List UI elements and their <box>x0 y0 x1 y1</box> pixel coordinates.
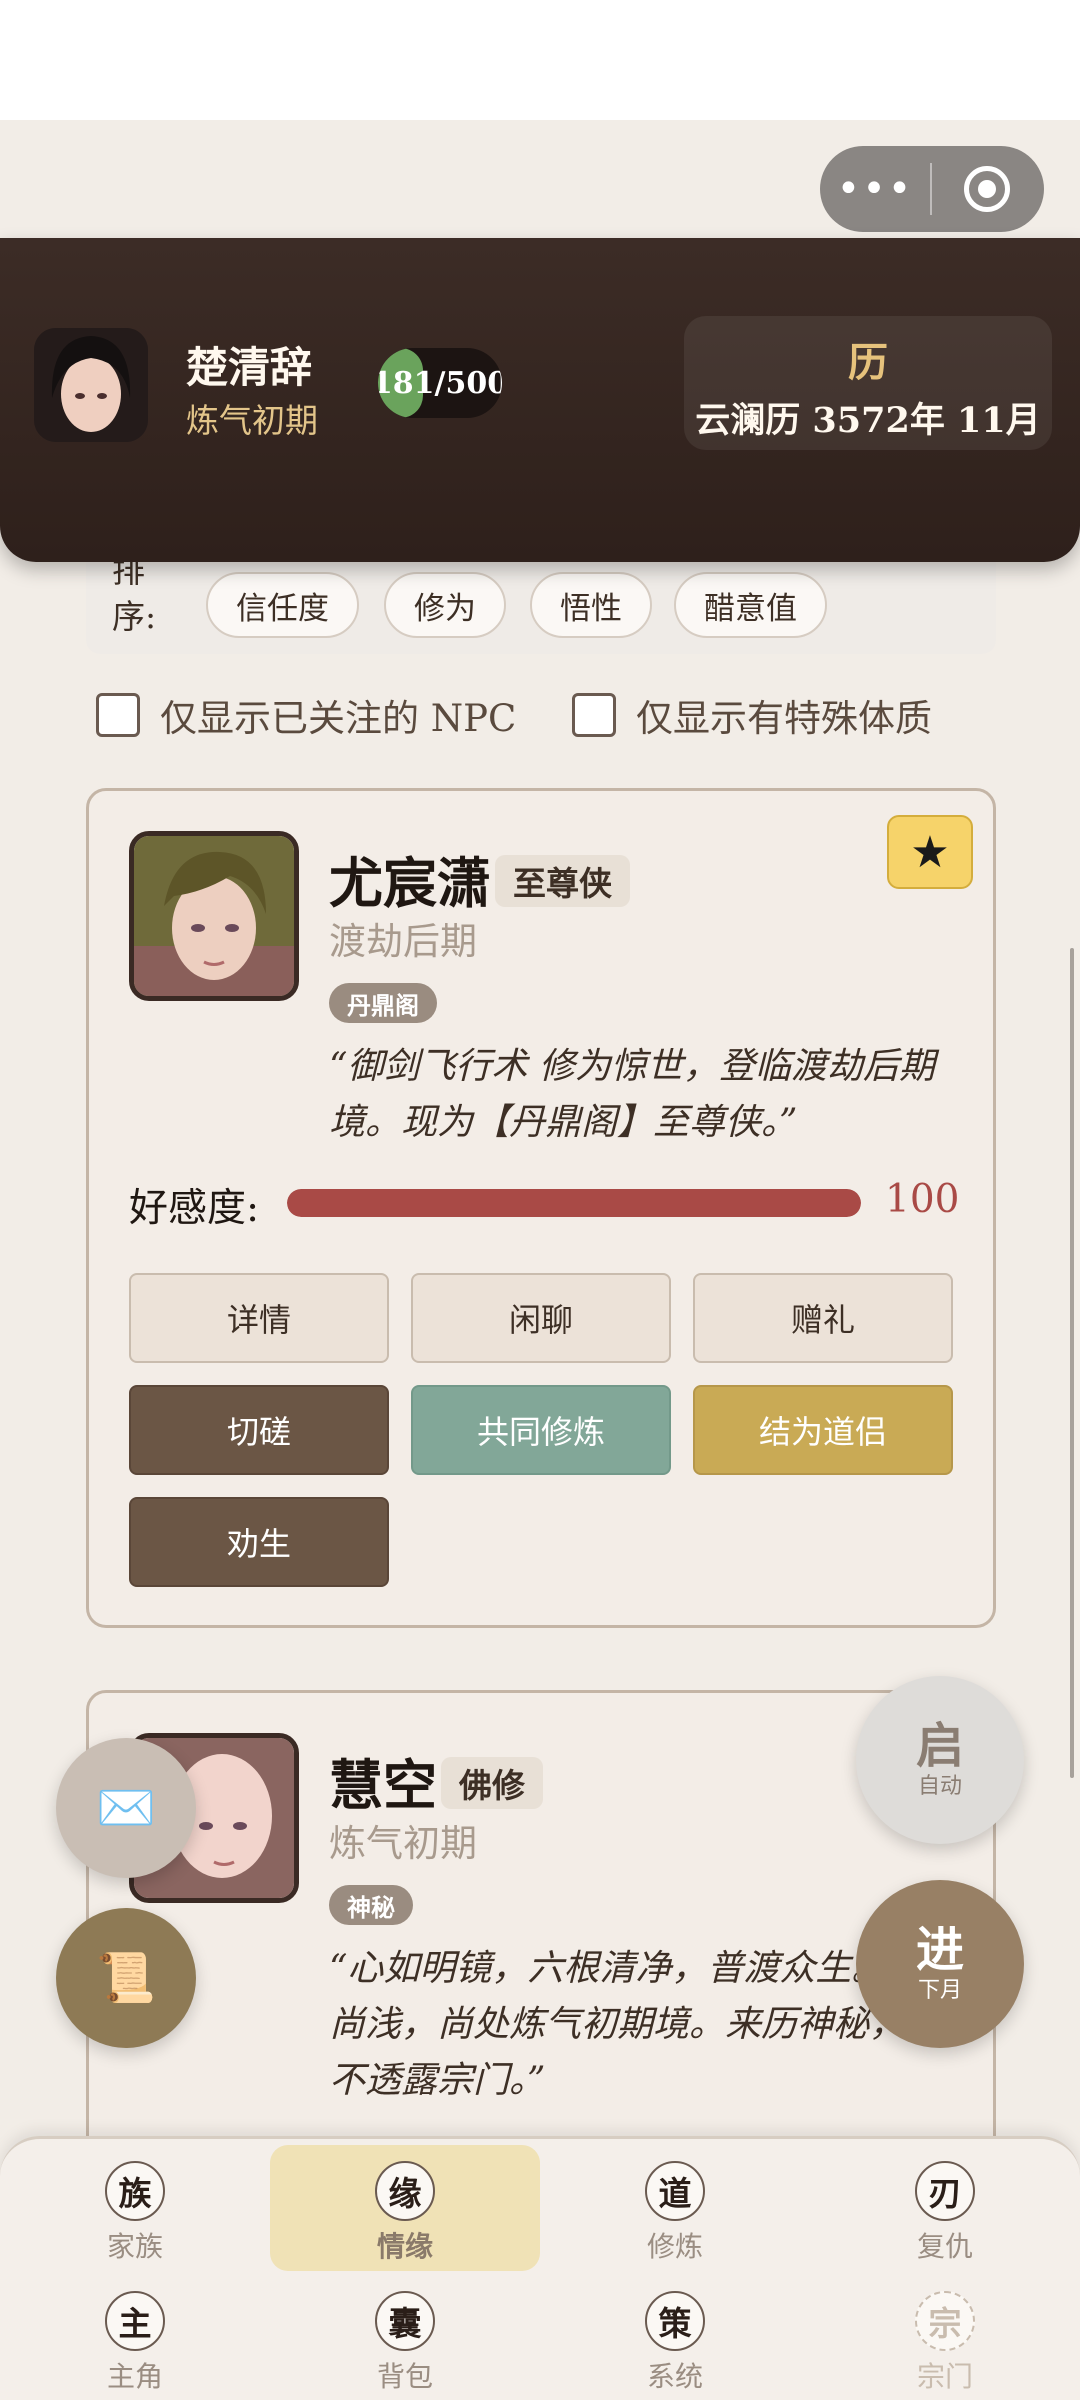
spar-button[interactable]: 切磋 <box>129 1385 389 1475</box>
favorability-value: 100 <box>885 1177 960 1222</box>
next-month-button[interactable]: 进 下月 <box>856 1880 1024 2048</box>
calendar-title: 历 <box>848 339 888 386</box>
dao-partner-button[interactable]: 结为道侣 <box>693 1385 953 1475</box>
auto-button-label: 自动 <box>917 1774 962 1799</box>
npc-card: 尤宸潇 至尊侠 渡劫后期 丹鼎阁 “御剑飞行术 修为惊世，登临渡劫后期境。现为【… <box>86 788 996 1628</box>
favorability-fill <box>287 1189 861 1217</box>
next-month-glyph: 进 <box>915 1922 964 1978</box>
persuade-button[interactable]: 劝生 <box>129 1497 389 1587</box>
player-name: 楚清辞 <box>186 343 313 392</box>
player-avatar[interactable] <box>34 328 148 442</box>
exp-progress[interactable]: 181/500 <box>378 348 502 418</box>
nav-item-system[interactable]: 策 系统 <box>540 2279 810 2400</box>
favorability-label: 好感度: <box>129 1186 260 1231</box>
filter-special[interactable]: 仅显示有特殊体质 <box>572 690 932 740</box>
details-button[interactable]: 详情 <box>129 1273 389 1363</box>
nav-label: 宗门 <box>916 2360 973 2393</box>
nav-label: 修炼 <box>646 2230 703 2263</box>
calendar-date: 云澜历 3572年 11月 <box>695 400 1041 441</box>
auto-button[interactable]: 启 自动 <box>856 1676 1024 1844</box>
sect-icon: 宗 <box>915 2291 975 2351</box>
nav-item-protagonist[interactable]: 主 主角 <box>0 2279 270 2400</box>
npc-title-badge: 佛修 <box>441 1757 543 1809</box>
sort-chip-cultivation[interactable]: 修为 <box>384 572 506 638</box>
target-circle-icon[interactable] <box>932 166 1042 212</box>
filter-followed[interactable]: 仅显示已关注的 NPC <box>96 690 516 740</box>
gift-button[interactable]: 赠礼 <box>693 1273 953 1363</box>
calendar-panel[interactable]: 历 云澜历 3572年 11月 <box>684 316 1052 450</box>
player-realm: 炼气初期 <box>186 401 318 440</box>
sort-chip-jealousy[interactable]: 醋意值 <box>674 572 827 638</box>
cultivate-icon: 道 <box>645 2161 705 2221</box>
npc-title-badge: 至尊侠 <box>495 855 630 907</box>
mail-icon[interactable]: ✉️ <box>56 1738 196 1878</box>
npc-realm: 炼气初期 <box>329 1822 477 1865</box>
favorability-bar <box>287 1189 861 1217</box>
nav-label: 复仇 <box>916 2230 973 2263</box>
co-cultivate-button[interactable]: 共同修炼 <box>411 1385 671 1475</box>
sort-chip-comprehension[interactable]: 悟性 <box>530 572 652 638</box>
npc-name: 慧空 <box>329 1753 437 1817</box>
nav-item-romance[interactable]: 缘 情缘 <box>270 2149 540 2279</box>
nav-label: 主角 <box>106 2360 163 2393</box>
mail-glyph: ✉️ <box>96 1780 156 1836</box>
npc-quote: “御剑飞行术 修为惊世，登临渡劫后期境。现为【丹鼎阁】至尊侠。” <box>329 1046 935 1143</box>
nav-label: 系统 <box>646 2360 703 2393</box>
system-icon: 策 <box>645 2291 705 2351</box>
nav-item-revenge[interactable]: 刃 复仇 <box>810 2149 1080 2279</box>
auto-button-glyph: 启 <box>915 1718 964 1774</box>
npc-sect-tag: 丹鼎阁 <box>329 983 437 1023</box>
filter-followed-checkbox[interactable] <box>96 693 140 737</box>
npc-realm: 渡劫后期 <box>329 920 477 963</box>
scrollbar-thumb[interactable] <box>1070 948 1074 1778</box>
scroll-icon[interactable]: 📜 <box>56 1908 196 2048</box>
next-month-label: 下月 <box>917 1978 962 2003</box>
filter-special-label: 仅显示有特殊体质 <box>636 697 932 740</box>
nav-item-sect[interactable]: 宗 宗门 <box>810 2279 1080 2400</box>
npc-avatar[interactable] <box>129 831 299 1001</box>
exp-text: 181/500 <box>378 365 502 401</box>
blade-icon: 刃 <box>915 2161 975 2221</box>
nav-label: 背包 <box>376 2360 433 2393</box>
nav-item-bag[interactable]: 囊 背包 <box>270 2279 540 2400</box>
romance-icon: 缘 <box>375 2161 435 2221</box>
miniprogram-capsule: ••• <box>820 146 1044 232</box>
npc-name: 尤宸潇 <box>329 851 491 915</box>
filter-special-checkbox[interactable] <box>572 693 616 737</box>
bottom-nav: 族 家族 缘 情缘 道 修炼 刃 复仇 主 主角 囊 背包 策 系统 宗 宗门 <box>0 2136 1080 2400</box>
family-icon: 族 <box>105 2161 165 2221</box>
more-dots-icon[interactable]: ••• <box>820 169 930 209</box>
nav-item-cultivate[interactable]: 道 修炼 <box>540 2149 810 2279</box>
nav-label: 家族 <box>106 2230 163 2263</box>
status-bar-area <box>0 0 1080 120</box>
filter-followed-label: 仅显示已关注的 NPC <box>160 697 517 740</box>
scroll-glyph: 📜 <box>96 1950 156 2006</box>
npc-sect-tag: 神秘 <box>329 1885 413 1925</box>
protagonist-icon: 主 <box>105 2291 165 2351</box>
bag-icon: 囊 <box>375 2291 435 2351</box>
nav-item-family[interactable]: 族 家族 <box>0 2149 270 2279</box>
star-icon[interactable]: ★ <box>887 815 973 889</box>
chat-button[interactable]: 闲聊 <box>411 1273 671 1363</box>
sort-chip-trust[interactable]: 信任度 <box>206 572 359 638</box>
player-header: 楚清辞 炼气初期 181/500 历 云澜历 3572年 11月 <box>0 238 1080 562</box>
nav-label: 情缘 <box>376 2230 433 2263</box>
